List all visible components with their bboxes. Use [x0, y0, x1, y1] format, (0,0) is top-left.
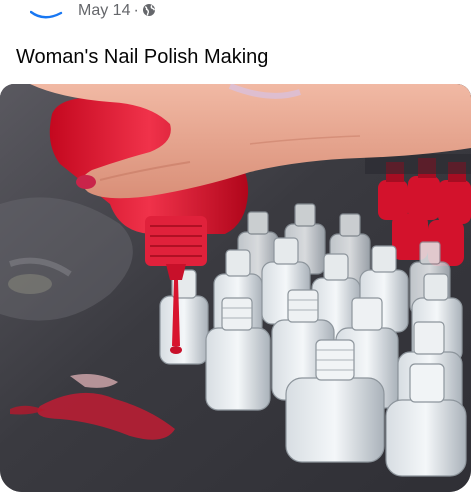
video-frame-image: [0, 84, 471, 492]
feed-post: May 14 · Woman's Nail Polish Making: [0, 0, 471, 499]
globe-icon: [142, 3, 156, 23]
post-date[interactable]: May 14: [78, 2, 130, 19]
meta-separator: ·: [133, 2, 139, 19]
post-title: Woman's Nail Polish Making: [16, 46, 269, 68]
post-header: May 14 ·: [0, 0, 471, 28]
post-video[interactable]: [0, 84, 471, 492]
post-meta: May 14 ·: [78, 1, 156, 23]
reaction-mark-icon: [29, 7, 64, 25]
